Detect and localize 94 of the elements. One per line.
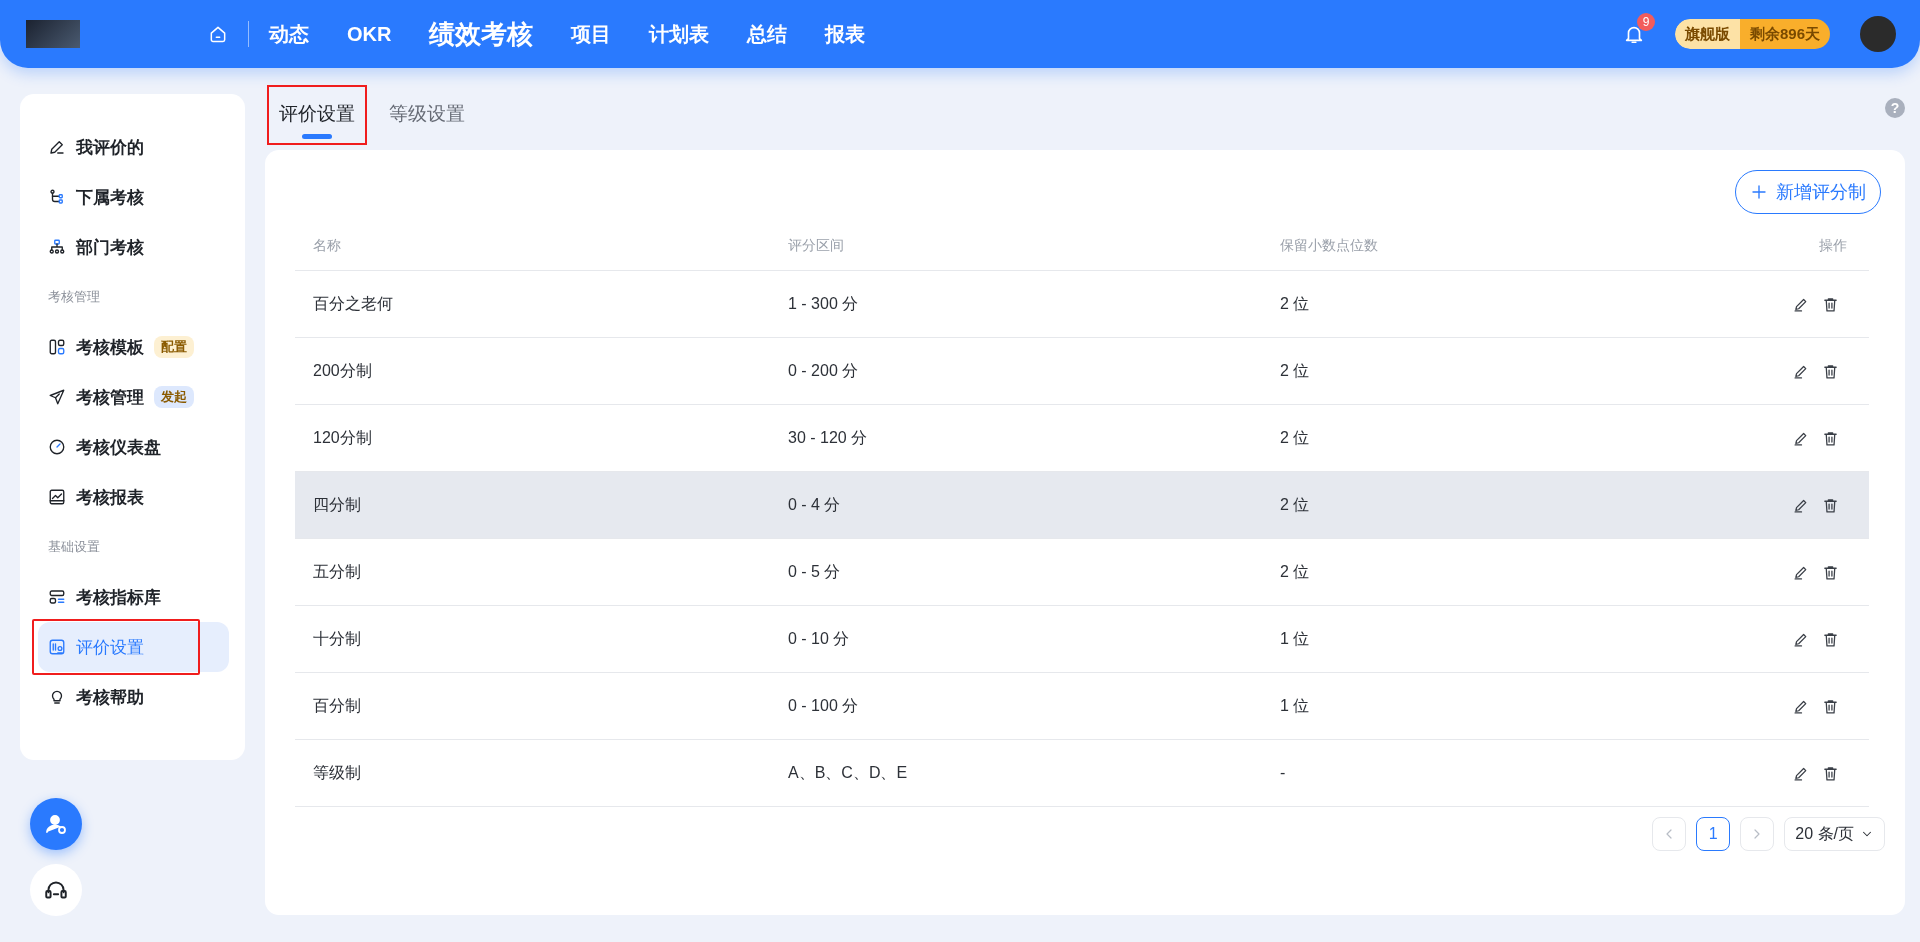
table-cell: 0 - 100 分	[770, 673, 1262, 740]
chart-icon	[48, 488, 66, 506]
table-cell: A、B、C、D、E	[770, 740, 1262, 807]
table-row[interactable]: 200分制 0 - 200 分 2 位	[295, 338, 1869, 405]
sidebar-item-label: 考核模板	[76, 336, 144, 359]
tab[interactable]: 等级设置	[389, 93, 465, 141]
column-header: 评分区间	[770, 222, 1262, 271]
table-cell: 五分制	[295, 539, 770, 606]
rating-icon	[48, 638, 66, 656]
sidebar-item-label: 考核指标库	[76, 586, 161, 609]
nav-item[interactable]: 项目	[571, 20, 612, 48]
sidebar-item[interactable]: 部门考核	[38, 222, 229, 272]
sidebar-item-label: 部门考核	[76, 236, 144, 259]
table-cell: 0 - 4 分	[770, 472, 1262, 539]
table-cell: 2 位	[1262, 472, 1729, 539]
column-header: 保留小数点位数	[1262, 222, 1729, 271]
nav-item[interactable]: 计划表	[649, 20, 710, 48]
trash-icon	[1822, 429, 1839, 447]
table-cell: 0 - 200 分	[770, 338, 1262, 405]
page-size-select[interactable]: 20 条/页	[1784, 817, 1885, 851]
sidebar-item[interactable]: 考核模板 配置	[38, 322, 229, 372]
sidebar-item[interactable]: 考核帮助	[38, 672, 229, 722]
table-row[interactable]: 百分制 0 - 100 分 1 位	[295, 673, 1869, 740]
add-user-button[interactable]	[30, 798, 82, 850]
notification-count: 9	[1636, 13, 1655, 31]
table-cell: 1 位	[1262, 673, 1729, 740]
sidebar-item-label: 考核报表	[76, 486, 144, 509]
sidebar-item-label: 我评价的	[76, 136, 144, 159]
section-label: 考核管理	[47, 288, 101, 306]
sidebar-item-label: 考核仪表盘	[76, 436, 161, 459]
pencil-icon	[48, 138, 66, 156]
trash-icon	[1822, 295, 1839, 313]
sidebar-item[interactable]: 下属考核	[38, 172, 229, 222]
trash-icon	[1822, 764, 1839, 782]
sidebar-item[interactable]: 考核报表	[38, 472, 229, 522]
table-cell: 2 位	[1262, 539, 1729, 606]
nav-item[interactable]: 报表	[825, 20, 866, 48]
logo-image	[26, 20, 80, 48]
sidebar-item-label: 考核帮助	[76, 686, 144, 709]
table-row[interactable]: 十分制 0 - 10 分 1 位	[295, 606, 1869, 673]
add-scoring-button[interactable]: 新增评分制	[1735, 170, 1881, 214]
paper-plane-icon	[48, 388, 66, 406]
list-icon	[48, 588, 66, 606]
home-icon	[208, 24, 228, 44]
table-cell: 四分制	[295, 472, 770, 539]
table-row[interactable]: 等级制 A、B、C、D、E -	[295, 740, 1869, 807]
page-button[interactable]: 1	[1696, 817, 1731, 851]
sidebar-item-label: 评价设置	[76, 636, 144, 659]
column-header: 操作	[1729, 222, 1869, 271]
nav-item[interactable]: OKR	[347, 22, 392, 46]
support-button[interactable]	[30, 864, 82, 916]
sidebar-item[interactable]: 我评价的	[38, 122, 229, 172]
column-header: 名称	[295, 222, 770, 271]
table-cell: 十分制	[295, 606, 770, 673]
section-label: 基础设置	[47, 538, 101, 556]
trash-icon	[1822, 563, 1839, 581]
table-cell: 2 位	[1262, 271, 1729, 338]
org-chart-icon	[48, 238, 66, 256]
layout-icon	[48, 338, 66, 356]
trash-icon	[1822, 362, 1839, 380]
branch-icon	[48, 188, 66, 206]
sidebar-item[interactable]: 考核指标库	[38, 572, 229, 622]
nav-item[interactable]: 动态	[269, 20, 309, 48]
remaining-days-badge: 剩余896天	[1739, 19, 1830, 49]
sidebar-item[interactable]: 考核管理 发起	[38, 372, 229, 422]
table-cell: 1 - 300 分	[770, 271, 1262, 338]
table-cell: 百分制	[295, 673, 770, 740]
nav-item[interactable]: 绩效考核	[429, 16, 534, 52]
trash-icon	[1822, 630, 1839, 648]
trash-icon	[1822, 697, 1839, 715]
table-cell: 百分之老何	[295, 271, 770, 338]
table-cell: 0 - 5 分	[770, 539, 1262, 606]
trash-icon	[1822, 496, 1839, 514]
user-add-icon	[44, 812, 68, 836]
table-cell: 等级制	[295, 740, 770, 807]
sidebar-item-label: 下属考核	[76, 186, 144, 209]
table-cell: 0 - 10 分	[770, 606, 1262, 673]
table-cell: 200分制	[295, 338, 770, 405]
tag: 配置	[154, 336, 194, 358]
avatar[interactable]	[1860, 16, 1896, 52]
sidebar-item[interactable]: 考核仪表盘	[38, 422, 229, 472]
table-row[interactable]: 五分制 0 - 5 分 2 位	[295, 539, 1869, 606]
table-cell: 1 位	[1262, 606, 1729, 673]
gauge-icon	[48, 438, 66, 456]
table-row[interactable]: 百分之老何 1 - 300 分 2 位	[295, 271, 1869, 338]
plus-icon	[1750, 183, 1768, 201]
nav-item[interactable]: 总结	[747, 20, 788, 48]
tag: 发起	[154, 386, 194, 408]
table-row[interactable]: 四分制 0 - 4 分 2 位	[295, 472, 1869, 539]
sidebar-item-label: 考核管理	[76, 386, 144, 409]
table-cell: 2 位	[1262, 338, 1729, 405]
edition-badge: 旗舰版	[1674, 19, 1740, 49]
table-cell: -	[1262, 740, 1729, 807]
tab[interactable]: 评价设置	[279, 93, 355, 141]
